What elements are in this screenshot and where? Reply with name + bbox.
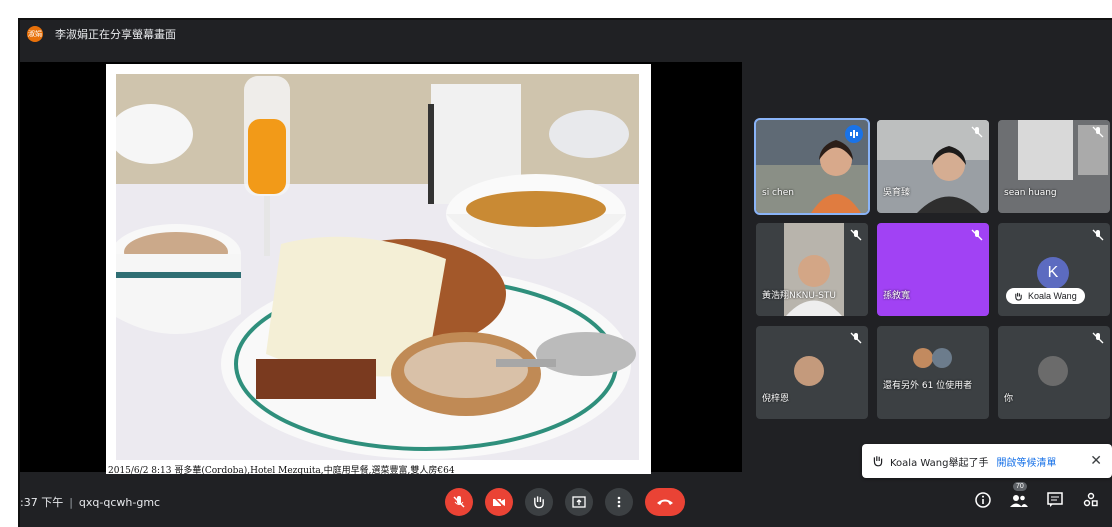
bottom-toolbar: :37 下午 | qxq-qcwh-gmc 70: [20, 477, 1112, 527]
avatar: [932, 348, 952, 368]
separator: |: [69, 496, 73, 509]
avatar: [913, 348, 933, 368]
participant-tile[interactable]: 還有另外 61 位使用者: [877, 326, 989, 419]
hang-up-icon: [657, 499, 673, 505]
participant-name: sean huang: [1004, 188, 1057, 198]
activities-icon: [1083, 492, 1098, 507]
meeting-details-button[interactable]: [974, 491, 992, 509]
participant-tile[interactable]: si chen: [754, 118, 870, 215]
participant-tile[interactable]: sean huang: [998, 120, 1110, 213]
present-button[interactable]: [565, 488, 593, 516]
participant-name: 還有另外 61 位使用者: [883, 381, 973, 391]
mic-off-icon: [1092, 332, 1104, 344]
more-vertical-icon: [617, 496, 621, 508]
chat-button[interactable]: [1046, 491, 1064, 509]
camera-toggle[interactable]: [485, 488, 513, 516]
clock-time: :37 下午: [20, 496, 64, 509]
presenting-banner: 淑娟 李淑娟正在分享螢幕畫面: [20, 20, 1112, 48]
participant-tile[interactable]: 吳育臻: [877, 120, 989, 213]
close-icon[interactable]: ✕: [1090, 453, 1102, 469]
leave-call-button[interactable]: [645, 488, 685, 516]
raise-hand-button[interactable]: [525, 488, 553, 516]
participant-name: si chen: [762, 188, 794, 198]
presenter-avatar: 淑娟: [27, 26, 43, 42]
info-icon: [975, 492, 991, 508]
right-controls: 70: [974, 482, 1100, 509]
participant-tile[interactable]: 孫敘寬: [877, 223, 989, 316]
chat-icon: [1047, 492, 1063, 507]
hand-icon: [873, 456, 883, 467]
camera-off-icon: [493, 496, 505, 508]
call-controls: [445, 488, 685, 516]
participant-count-badge: 70: [1013, 482, 1027, 491]
meet-window: 淑娟 李淑娟正在分享螢幕畫面 2015/6/2 8:13 哥多華(Cordoba…: [18, 18, 1112, 527]
share-status-text: 李淑娟正在分享螢幕畫面: [55, 28, 176, 41]
participant-name: 孫敘寬: [883, 291, 911, 301]
mic-off-icon: [971, 126, 983, 138]
hand-icon: [534, 496, 544, 509]
participant-name: 你: [1004, 394, 1014, 404]
participant-tile[interactable]: 黃浩翔NKNU-STU: [756, 223, 868, 316]
mic-off-icon: [1092, 126, 1104, 138]
mic-off-icon: [453, 496, 465, 508]
avatar: [794, 356, 824, 386]
avatar: [1038, 356, 1068, 386]
mic-off-icon: [850, 332, 862, 344]
open-queue-link[interactable]: 開啟等候清單: [996, 454, 1056, 469]
mic-off-icon: [850, 229, 862, 241]
mic-off-icon: [1092, 229, 1104, 241]
shared-slide: 2015/6/2 8:13 哥多華(Cordoba),Hotel Mezquit…: [106, 64, 651, 476]
hand-icon: [1015, 292, 1022, 301]
raised-hand-toast: Koala Wang舉起了手 開啟等候清單 ✕: [862, 444, 1112, 478]
speaking-indicator-icon: [845, 125, 863, 143]
photo-caption: 2015/6/2 8:13 哥多華(Cordoba),Hotel Mezquit…: [108, 466, 455, 476]
participant-name: Koala Wang: [1028, 291, 1077, 301]
microphone-toggle[interactable]: [445, 488, 473, 516]
participant-name: 黃浩翔NKNU-STU: [762, 291, 836, 301]
meeting-code: qxq-qcwh-gmc: [78, 496, 161, 509]
participant-tile[interactable]: 倪梓恩: [756, 326, 868, 419]
participant-name: 吳育臻: [883, 188, 911, 198]
participant-name: 倪梓恩: [762, 394, 790, 404]
more-options-button[interactable]: [605, 488, 633, 516]
mic-off-icon: [971, 229, 983, 241]
participant-tile[interactable]: 你: [998, 326, 1110, 419]
breakfast-photo: [116, 74, 639, 460]
activities-button[interactable]: [1082, 491, 1100, 509]
avatar: K: [1037, 257, 1069, 289]
participants-button[interactable]: 70: [1010, 482, 1028, 509]
raised-hand-badge: Koala Wang: [1006, 288, 1085, 304]
meeting-info: :37 下午 | qxq-qcwh-gmc: [20, 494, 160, 510]
participant-tile[interactable]: K Koala Wang: [998, 223, 1110, 316]
toast-message: Koala Wang舉起了手: [890, 457, 989, 469]
people-icon: [1010, 495, 1028, 507]
present-screen-icon: [572, 496, 586, 508]
